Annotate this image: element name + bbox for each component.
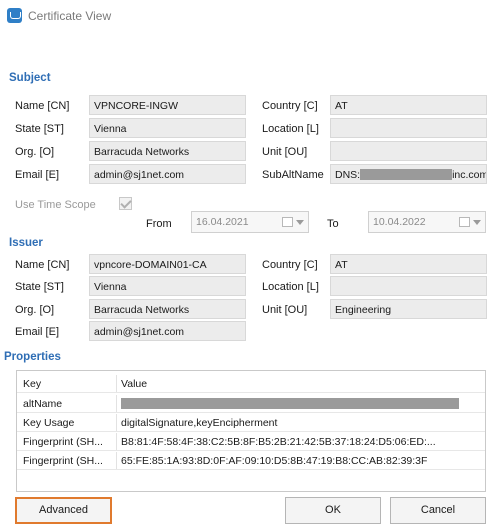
ok-button[interactable]: OK	[285, 497, 381, 524]
issuer-location-label: Location [L]	[262, 281, 319, 293]
issuer-location-field[interactable]	[330, 276, 487, 296]
grid-header-row: Key Value	[17, 375, 485, 393]
subject-country-field[interactable]: AT	[330, 95, 487, 115]
subaltname-prefix: DNS:	[335, 169, 361, 181]
table-row[interactable]: Fingerprint (SH... 65:FE:85:1A:93:8D:0F:…	[17, 452, 485, 470]
subject-unit-label: Unit [OU]	[262, 146, 308, 158]
subject-email-field[interactable]: admin@sj1net.com	[89, 164, 246, 184]
issuer-org-field[interactable]: Barracuda Networks	[89, 299, 246, 319]
column-divider	[116, 395, 117, 412]
calendar-icon	[282, 217, 293, 227]
to-date-value: 10.04.2022	[373, 216, 426, 228]
subject-subaltname-field[interactable]: DNS: inc.com	[330, 164, 487, 184]
subject-org-field[interactable]: Barracuda Networks	[89, 141, 246, 161]
to-label: To	[327, 218, 339, 230]
table-row[interactable]: altName	[17, 395, 485, 413]
app-icon	[7, 8, 22, 23]
subject-org-label: Org. [O]	[15, 146, 55, 158]
issuer-country-label: Country [C]	[262, 259, 318, 271]
use-time-scope-label: Use Time Scope	[15, 199, 96, 211]
calendar-icon	[459, 217, 470, 227]
cancel-button[interactable]: Cancel	[390, 497, 486, 524]
chevron-down-icon	[296, 220, 304, 225]
issuer-state-label: State [ST]	[15, 281, 64, 293]
issuer-heading: Issuer	[9, 237, 43, 249]
row-value: B8:81:4F:58:4F:38:C2:5B:8F:B5:2B:21:42:5…	[121, 436, 436, 448]
column-header-key[interactable]: Key	[23, 378, 119, 390]
issuer-email-field[interactable]: admin@sj1net.com	[89, 321, 246, 341]
from-date-value: 16.04.2021	[196, 216, 249, 228]
use-time-scope-checkbox[interactable]	[119, 197, 132, 210]
from-label: From	[146, 218, 172, 230]
column-divider	[116, 452, 117, 469]
issuer-unit-field[interactable]: Engineering	[330, 299, 487, 319]
chevron-down-icon	[473, 220, 481, 225]
advanced-button[interactable]: Advanced	[15, 497, 112, 524]
row-key: altName	[23, 398, 63, 410]
table-row[interactable]: Fingerprint (SH... B8:81:4F:58:4F:38:C2:…	[17, 433, 485, 451]
subject-heading: Subject	[9, 72, 51, 84]
issuer-email-label: Email [E]	[15, 326, 60, 338]
column-divider	[116, 375, 117, 392]
row-value: digitalSignature,keyEncipherment	[121, 417, 278, 429]
issuer-state-field[interactable]: Vienna	[89, 276, 246, 296]
row-key: Fingerprint (SH...	[23, 436, 103, 448]
row-key: Key Usage	[23, 417, 75, 429]
subject-location-field[interactable]	[330, 118, 487, 138]
subject-email-label: Email [E]	[15, 169, 60, 181]
properties-heading: Properties	[4, 351, 61, 363]
subject-unit-field[interactable]	[330, 141, 487, 161]
redacted-block	[121, 398, 459, 409]
properties-grid[interactable]: Key Value altName Key Usage digitalSigna…	[16, 370, 486, 492]
issuer-country-field[interactable]: AT	[330, 254, 487, 274]
subject-country-label: Country [C]	[262, 100, 318, 112]
column-divider	[116, 433, 117, 450]
title-bar: Certificate View	[0, 0, 499, 32]
column-divider	[116, 414, 117, 431]
row-key: Fingerprint (SH...	[23, 455, 103, 467]
to-date-picker[interactable]: 10.04.2022	[368, 211, 486, 233]
subject-state-label: State [ST]	[15, 123, 64, 135]
issuer-cn-label: Name [CN]	[15, 259, 70, 271]
from-date-picker[interactable]: 16.04.2021	[191, 211, 309, 233]
issuer-org-label: Org. [O]	[15, 304, 55, 316]
subject-state-field[interactable]: Vienna	[89, 118, 246, 138]
subject-cn-field[interactable]: VPNCORE-INGW	[89, 95, 246, 115]
subject-location-label: Location [L]	[262, 123, 319, 135]
subject-cn-label: Name [CN]	[15, 100, 70, 112]
subaltname-suffix: inc.com	[452, 169, 487, 181]
window-title: Certificate View	[28, 9, 112, 23]
subject-subaltname-label: SubAltName	[262, 169, 324, 181]
redacted-block	[360, 169, 453, 180]
column-header-value[interactable]: Value	[121, 378, 461, 390]
table-row[interactable]: Key Usage digitalSignature,keyEncipherme…	[17, 414, 485, 432]
issuer-cn-field[interactable]: vpncore-DOMAIN01-CA	[89, 254, 246, 274]
issuer-unit-label: Unit [OU]	[262, 304, 308, 316]
row-value: 65:FE:85:1A:93:8D:0F:AF:09:10:D5:8B:47:1…	[121, 455, 428, 467]
row-value-redacted	[121, 398, 461, 410]
